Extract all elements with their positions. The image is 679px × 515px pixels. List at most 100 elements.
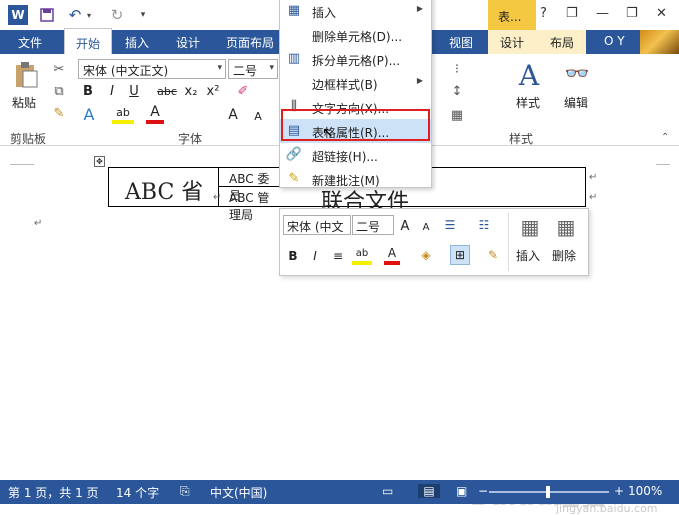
save-icon[interactable]	[38, 6, 56, 24]
delete-table-icon[interactable]: ▦	[552, 213, 580, 241]
cell-admin[interactable]: ABC 管理局	[219, 187, 283, 222]
new-comment-icon: ✎	[288, 170, 300, 186]
help-button[interactable]: ?	[540, 6, 547, 21]
mouse-cursor-icon: ↖	[322, 125, 334, 141]
paste-icon[interactable]	[12, 60, 40, 90]
shading-icon[interactable]: ◈	[416, 245, 436, 265]
close-button[interactable]: ✕	[656, 6, 667, 21]
cut-icon[interactable]: ✂	[50, 60, 68, 78]
mini-font-name-combo[interactable]: 宋体 (中文	[283, 215, 351, 235]
paragraph-sort-icon[interactable]: ⁝	[448, 60, 466, 78]
tab-view[interactable]: 视图	[449, 34, 473, 51]
text-effects-icon[interactable]: A	[80, 104, 98, 124]
print-layout-icon[interactable]: ▤	[418, 484, 440, 498]
mini-bold-button[interactable]: B	[286, 247, 300, 265]
menu-item-label: 拆分单元格(P)...	[312, 54, 401, 68]
zoom-out-button[interactable]: −	[478, 484, 488, 498]
tab-file[interactable]: 文件	[18, 34, 42, 51]
clear-format-icon[interactable]: ✐	[234, 82, 252, 100]
tab-insert[interactable]: 插入	[125, 34, 149, 51]
menu-item-label: 新建批注(M)	[312, 174, 380, 188]
format-painter-icon[interactable]: ✎	[50, 104, 68, 122]
mini-font-size-combo[interactable]: 二号	[352, 215, 394, 235]
strikethrough-button[interactable]: abc	[156, 82, 178, 100]
tab-table-design[interactable]: 设计	[500, 34, 524, 51]
grow-font-icon[interactable]: A	[398, 217, 412, 235]
subscript-button[interactable]: x₂	[182, 82, 200, 100]
mini-borders-icon[interactable]: ⊞	[450, 245, 470, 265]
mini-italic-button[interactable]: I	[308, 247, 322, 265]
customize-icon[interactable]: ▾	[134, 6, 152, 24]
copy-icon[interactable]: ⧉	[50, 82, 68, 100]
styles-icon[interactable]: A	[514, 58, 544, 92]
cell-main-text: ABC 省	[125, 180, 204, 205]
language-indicator[interactable]: 中文(中国)	[210, 484, 267, 501]
font-size-value: 二号	[233, 64, 258, 78]
collapse-ribbon-icon[interactable]: ⌃	[661, 132, 669, 143]
word-count[interactable]: 14 个字	[116, 484, 159, 501]
maximize-button[interactable]: ❐	[626, 6, 638, 21]
zoom-in-button[interactable]: +	[614, 484, 624, 498]
font-size-combo[interactable]: 二号 ▾	[228, 59, 278, 79]
mini-highlight-icon[interactable]: ab	[352, 245, 372, 265]
font-color-icon[interactable]: A	[146, 104, 164, 124]
highlight-color-icon[interactable]: ab	[112, 104, 134, 124]
proofing-icon[interactable]: ⎘	[180, 484, 190, 499]
menu-item-label: 超链接(H)...	[312, 150, 378, 164]
margin-mark	[10, 164, 34, 165]
tab-design[interactable]: 设计	[176, 34, 200, 51]
bullets-icon[interactable]: ☰	[440, 215, 460, 235]
underline-button[interactable]: U	[126, 82, 142, 100]
mini-toolbar: 宋体 (中文 二号 A A ☰ ☷ B I ≡ ab A ◈ ⊞ ✎ ▦ 插入 …	[279, 208, 589, 276]
menu-item-delete-cells[interactable]: 删除单元格(D)...	[280, 23, 431, 47]
menu-item-new-comment[interactable]: ✎ 新建批注(M)	[280, 167, 431, 191]
table-cell-main[interactable]: ABC 省	[109, 168, 219, 206]
ribbon-options-button[interactable]: ❐	[566, 6, 578, 21]
mini-font-color-icon[interactable]: A	[384, 245, 400, 265]
redo-icon[interactable]: ↻	[108, 6, 126, 24]
font-name-value: 宋体 (中文正文)	[83, 64, 169, 78]
paragraph-mark: ↵	[213, 192, 222, 203]
binoculars-icon[interactable]: 👓	[564, 60, 590, 86]
zoom-slider-thumb[interactable]	[546, 486, 550, 498]
superscript-button[interactable]: x²	[204, 82, 222, 100]
grow-font-button[interactable]: A	[226, 106, 240, 124]
tab-table-layout[interactable]: 布局	[550, 34, 574, 51]
tab-page-layout[interactable]: 页面布局	[226, 34, 274, 51]
table-move-handle-icon[interactable]: ✥	[94, 156, 105, 167]
mini-delete-label[interactable]: 删除	[552, 247, 576, 264]
web-layout-icon[interactable]: ▣	[456, 484, 467, 498]
paste-label[interactable]: 粘贴	[12, 94, 36, 111]
shrink-font-icon[interactable]: A	[420, 219, 432, 235]
avatar[interactable]	[640, 30, 679, 54]
zoom-level[interactable]: 100%	[628, 484, 662, 498]
mini-insert-label[interactable]: 插入	[516, 247, 540, 264]
line-spacing-icon[interactable]: ↕	[448, 82, 466, 100]
italic-button[interactable]: I	[104, 82, 120, 100]
shrink-font-button[interactable]: A	[252, 108, 264, 124]
minimize-button[interactable]: —	[596, 6, 609, 21]
page-count[interactable]: 第 1 页，共 1 页	[8, 484, 99, 501]
styles-button-label[interactable]: 样式	[516, 94, 540, 111]
menu-item-insert[interactable]: ▦ 插入 ▶	[280, 0, 431, 23]
tab-home[interactable]: 开始	[64, 28, 112, 54]
user-name[interactable]: O Y	[604, 34, 625, 48]
center-align-icon[interactable]: ≡	[330, 247, 346, 265]
font-name-combo[interactable]: 宋体 (中文正文) ▾	[78, 59, 226, 79]
document-area: ✥ ABC 省 ABC 委员 ABC 管理局 联合文件 ↵ ↵ ↵ ↵ Baid…	[0, 146, 679, 515]
mini-format-painter-icon[interactable]: ✎	[484, 245, 502, 265]
menu-item-border-styles[interactable]: 边框样式(B) ▶	[280, 71, 431, 95]
menu-item-hyperlink[interactable]: 🔗 超链接(H)...	[280, 143, 431, 167]
chevron-down-icon: ▾	[269, 63, 274, 73]
read-mode-icon[interactable]: ▭	[382, 484, 393, 498]
editing-button-label[interactable]: 编辑	[564, 94, 588, 111]
borders-icon[interactable]: ▦	[448, 106, 466, 124]
hyperlink-icon: 🔗	[285, 146, 303, 162]
cell-committee[interactable]: ABC 委员	[219, 168, 283, 203]
numbering-icon[interactable]: ☷	[474, 215, 494, 235]
bold-button[interactable]: B	[80, 82, 96, 100]
menu-item-split-cells[interactable]: ▥ 拆分单元格(P)...	[280, 47, 431, 71]
undo-dropdown-icon[interactable]: ▾	[80, 6, 98, 24]
table-tools-tabs: 设计 布局	[488, 30, 586, 54]
insert-table-icon[interactable]: ▦	[516, 213, 544, 241]
